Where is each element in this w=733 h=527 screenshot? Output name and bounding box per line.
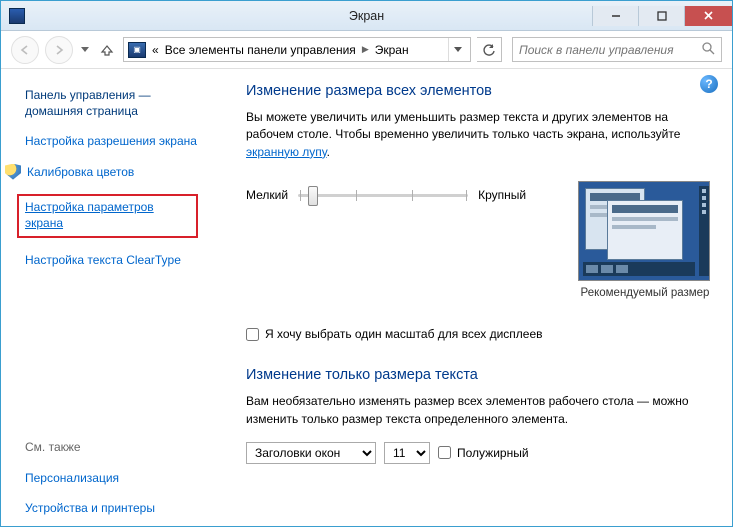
window-buttons <box>592 6 732 26</box>
address-dropdown[interactable] <box>448 38 466 61</box>
refresh-button[interactable] <box>477 37 502 62</box>
control-panel-icon: ▣ <box>128 42 146 58</box>
back-button[interactable] <box>11 36 39 64</box>
sidebar-item-display-settings-highlight: Настройка параметров экрана <box>17 194 198 238</box>
size-slider-block: Мелкий Крупный <box>246 181 526 207</box>
breadcrumb-item[interactable]: Экран <box>375 43 409 57</box>
section-heading-resize: Изменение размера всех элементов <box>246 83 712 99</box>
sidebar-item-resolution[interactable]: Настройка разрешения экрана <box>25 133 202 149</box>
maximize-button[interactable] <box>638 6 684 26</box>
address-bar[interactable]: ▣ « Все элементы панели управления ▶ Экр… <box>123 37 471 62</box>
breadcrumb-sep: « <box>152 43 159 57</box>
element-select[interactable]: Заголовки окон <box>246 442 376 464</box>
content-area: Панель управления — домашняя страница На… <box>1 69 732 526</box>
preview-image <box>578 181 710 281</box>
single-scale-checkbox[interactable] <box>246 328 259 341</box>
breadcrumb-item[interactable]: Все элементы панели управления <box>165 43 356 57</box>
up-button[interactable] <box>97 40 117 60</box>
sidebar: Панель управления — домашняя страница На… <box>1 69 216 526</box>
preview-caption: Рекомендуемый размер <box>578 287 712 299</box>
main-panel: ? Изменение размера всех элементов Вы мо… <box>216 69 732 526</box>
slider-thumb[interactable] <box>308 186 318 206</box>
sidebar-item-calibration[interactable]: Калибровка цветов <box>25 164 202 180</box>
see-also-section: См. также <box>25 440 202 456</box>
slider-label-min: Мелкий <box>246 188 288 202</box>
desc-text: Вы можете увеличить или уменьшить размер… <box>246 110 680 141</box>
forward-button[interactable] <box>45 36 73 64</box>
text-size-controls: Заголовки окон 11 Полужирный <box>246 442 712 464</box>
size-preview: Рекомендуемый размер <box>578 181 712 299</box>
sidebar-home-link[interactable]: Панель управления — домашняя страница <box>25 87 202 119</box>
desc-text-end: . <box>327 145 330 159</box>
search-icon <box>702 42 715 58</box>
checkbox-label: Я хочу выбрать один масштаб для всех дис… <box>265 327 543 341</box>
see-also-header: См. также <box>25 440 202 454</box>
history-dropdown[interactable] <box>79 36 91 64</box>
font-size-select[interactable]: 11 <box>384 442 430 464</box>
minimize-button[interactable] <box>592 6 638 26</box>
sidebar-item-label[interactable]: Калибровка цветов <box>27 164 134 180</box>
slider-label-max: Крупный <box>478 188 526 202</box>
size-slider[interactable] <box>298 183 468 207</box>
navigation-bar: ▣ « Все элементы панели управления ▶ Экр… <box>1 31 732 69</box>
app-icon <box>9 8 25 24</box>
search-input[interactable] <box>519 43 702 57</box>
single-scale-checkbox-row[interactable]: Я хочу выбрать один масштаб для всех дис… <box>246 327 712 341</box>
close-button[interactable] <box>684 6 732 26</box>
search-box[interactable] <box>512 37 722 62</box>
bold-checkbox[interactable] <box>438 446 451 459</box>
help-icon[interactable]: ? <box>700 75 718 93</box>
see-also-devices-printers[interactable]: Устройства и принтеры <box>25 500 202 516</box>
see-also-personalization[interactable]: Персонализация <box>25 470 202 486</box>
window-titlebar: Экран <box>1 1 732 31</box>
size-control-row: Мелкий Крупный Рекоменду <box>246 181 712 299</box>
sidebar-item-cleartype[interactable]: Настройка текста ClearType <box>25 252 202 268</box>
section-heading-textsize: Изменение только размера текста <box>246 367 712 383</box>
chevron-right-icon: ▶ <box>362 44 369 55</box>
bold-label: Полужирный <box>457 446 529 460</box>
section-description-2: Вам необязательно изменять размер всех э… <box>246 393 696 428</box>
magnifier-link[interactable]: экранную лупу <box>246 145 327 159</box>
section-description: Вы можете увеличить или уменьшить размер… <box>246 109 696 161</box>
bold-checkbox-row[interactable]: Полужирный <box>438 446 529 460</box>
sidebar-item-display-settings[interactable]: Настройка параметров экрана <box>25 199 190 231</box>
shield-icon <box>5 164 21 180</box>
